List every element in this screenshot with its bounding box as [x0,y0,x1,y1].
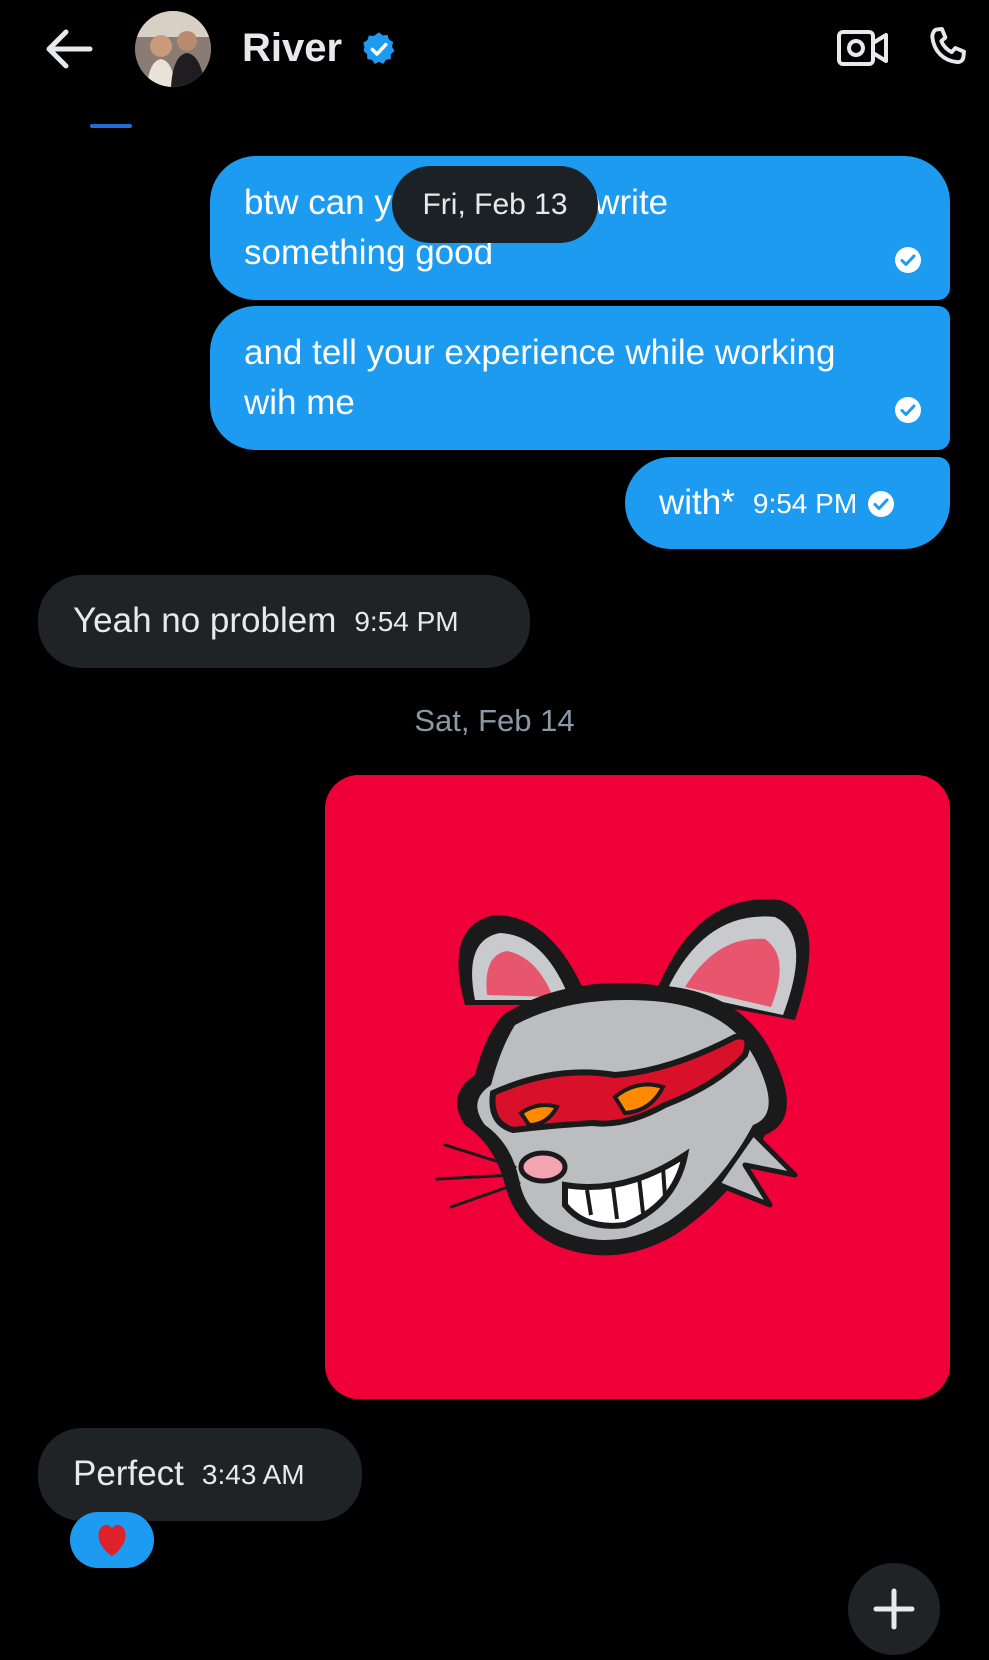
verified-badge-icon [360,30,398,68]
date-separator: Sat, Feb 14 [414,703,575,738]
message-text: btw can y [244,183,392,222]
message-bubble-incoming[interactable]: Yeah no problem 9:54 PM [38,575,530,668]
read-check-icon [868,491,895,517]
read-check-icon [895,397,921,423]
video-call-button[interactable] [836,24,890,72]
video-camera-icon [837,30,888,66]
image-message[interactable] [325,775,950,1399]
rat-mascot-image [325,775,950,1399]
floating-date-label: Fri, Feb 13 [392,166,598,243]
message-bubble-incoming[interactable]: Perfect 3:43 AM [38,1428,362,1521]
message-bubble-outgoing[interactable]: and tell your experience while working w… [210,306,950,450]
message-text: Yeah no problem [73,601,337,640]
arrow-left-icon [46,29,93,69]
phone-icon [930,26,966,65]
message-text: with* [659,483,735,522]
compose-fab[interactable] [848,1563,940,1655]
read-check-icon [895,247,921,273]
back-button[interactable] [42,26,94,72]
avatar-photo [135,11,211,87]
message-text-line2: wih me [244,383,355,422]
heart-icon [98,1524,126,1556]
conversation-header: River [0,0,989,105]
avatar[interactable] [135,11,211,87]
message-time: 9:54 PM [354,606,459,637]
plus-icon [873,1588,915,1630]
message-time: 3:43 AM [201,1459,305,1490]
heart-reaction[interactable] [70,1512,154,1568]
message-text: Perfect [73,1454,184,1493]
contact-name[interactable]: River [242,24,342,72]
scroll-indicator [90,124,132,128]
message-text: and tell your experience while working [244,333,836,372]
message-bubble-outgoing[interactable]: with* 9:54 PM [625,457,950,549]
voice-call-button[interactable] [922,22,974,74]
message-time: 9:54 PM [752,488,858,519]
